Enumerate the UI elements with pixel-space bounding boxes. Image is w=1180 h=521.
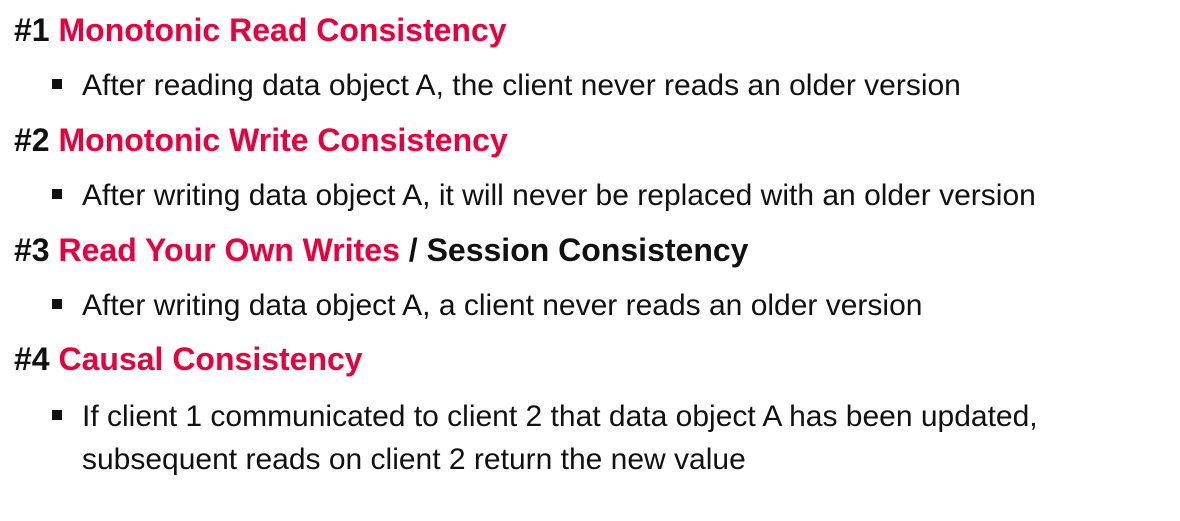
section-4-number: #4	[14, 341, 50, 377]
bullet-square-icon	[52, 299, 62, 309]
section-3-number: #3	[14, 232, 50, 268]
section-2-title: Monotonic Write Consistency	[58, 122, 508, 158]
section-2-number: #2	[14, 122, 50, 158]
section-4-title: Causal Consistency	[58, 341, 363, 377]
section-1-bullet: After reading data object A, the client …	[52, 64, 1162, 107]
section-1-title: Monotonic Read Consistency	[58, 12, 507, 48]
section-3-title-suffix: / Session Consistency	[399, 232, 749, 268]
bullet-square-icon	[52, 79, 62, 89]
section-3-heading: #3 Read Your Own Writes / Session Consis…	[14, 231, 748, 269]
section-3-bullet-text: After writing data object A, a client ne…	[82, 289, 923, 322]
section-2-bullet-text: After writing data object A, it will nev…	[82, 179, 1036, 212]
section-4-bullet: If client 1 communicated to client 2 tha…	[52, 395, 1162, 481]
section-4-heading: #4 Causal Consistency	[14, 340, 363, 378]
section-1-heading: #1 Monotonic Read Consistency	[14, 11, 507, 49]
section-3-title: Read Your Own Writes	[58, 232, 400, 268]
section-2-bullet: After writing data object A, it will nev…	[52, 174, 1162, 217]
section-2-heading: #2 Monotonic Write Consistency	[14, 121, 508, 159]
section-3-bullet: After writing data object A, a client ne…	[52, 284, 1162, 327]
slide: #1 Monotonic Read Consistency After read…	[0, 0, 1180, 521]
bullet-square-icon	[52, 189, 62, 199]
section-4-bullet-text: If client 1 communicated to client 2 tha…	[82, 400, 1038, 476]
section-1-number: #1	[14, 12, 50, 48]
section-1-bullet-text: After reading data object A, the client …	[82, 69, 961, 102]
bullet-square-icon	[52, 410, 62, 420]
